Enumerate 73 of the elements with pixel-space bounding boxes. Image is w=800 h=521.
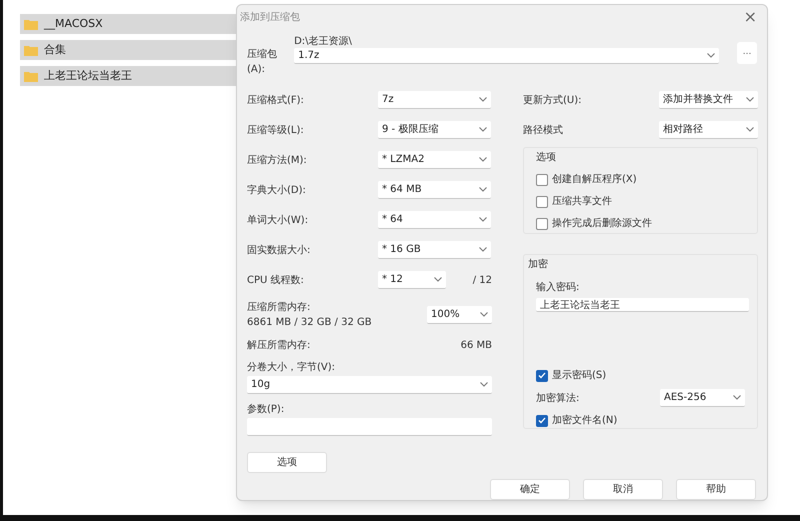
folder-row[interactable]: __MACOSX	[20, 14, 236, 34]
memory-detail: 6861 MB / 32 GB / 32 GB	[247, 316, 372, 330]
field-label: 固实数据大小:	[247, 244, 312, 258]
checkbox[interactable]	[536, 174, 548, 186]
checkbox-label: 显示密码(S)	[552, 368, 606, 383]
field-label: 加密算法:	[536, 392, 580, 406]
field-label: 压缩包(A):	[247, 48, 278, 77]
folder-icon	[24, 18, 38, 30]
checkbox[interactable]	[536, 196, 548, 208]
field-label: 单词大小(W):	[247, 214, 310, 228]
field-label: 分卷大小，字节(V):	[247, 360, 336, 375]
chevron-down-icon	[746, 97, 754, 102]
dialog-button[interactable]: 确定	[490, 479, 570, 500]
chevron-down-icon	[479, 127, 487, 132]
dropdown[interactable]: 1.7z	[294, 48, 720, 64]
folder-row[interactable]: 合集	[20, 40, 236, 60]
chevron-down-icon	[479, 187, 487, 192]
dropdown[interactable]: AES-256	[660, 389, 745, 407]
dropdown[interactable]: 添加并替换文件	[659, 91, 758, 109]
browse-button[interactable]: ...	[737, 42, 757, 64]
chevron-down-icon	[480, 382, 488, 387]
memory-value: 66 MB	[460, 338, 492, 352]
field-label: 字典大小(D):	[247, 184, 307, 198]
chevron-down-icon	[707, 53, 716, 58]
dropdown[interactable]: 相对路径	[659, 121, 758, 139]
dropdown[interactable]: * LZMA2	[378, 151, 491, 169]
dropdown[interactable]: * 16 GB	[378, 241, 491, 259]
folder-icon	[24, 44, 38, 56]
field-label: 解压所需内存:	[247, 338, 310, 352]
chevron-down-icon	[479, 217, 487, 222]
field-label: 参数(P):	[247, 402, 286, 417]
field-label: 更新方式(U):	[523, 94, 582, 108]
folder-row[interactable]: 上老王论坛当老王	[20, 66, 236, 86]
password-field[interactable]: 上老王论坛当老王	[536, 298, 749, 312]
archive-path: D:\老王资源\	[294, 34, 353, 48]
close-button[interactable]: ×	[744, 9, 757, 25]
dropdown[interactable]: * 64 MB	[378, 181, 491, 199]
field-label: 压缩格式(F):	[247, 94, 305, 108]
dialog-button[interactable]: 取消	[583, 479, 663, 500]
checkbox[interactable]	[536, 414, 548, 426]
field-label: 压缩所需内存:	[247, 300, 312, 315]
field-label: 压缩方法(M):	[247, 154, 308, 168]
dropdown[interactable]: 7z	[378, 91, 491, 109]
chevron-down-icon	[746, 127, 754, 132]
window-title: 添加到压缩包	[240, 10, 300, 24]
chevron-down-icon	[733, 395, 741, 400]
dropdown[interactable]: 100%	[427, 306, 492, 324]
field-label: 输入密码:	[536, 280, 580, 295]
group-title: 选项	[536, 150, 557, 165]
folder-icon	[24, 70, 38, 82]
field-label: CPU 线程数:	[247, 274, 305, 288]
checkbox-label: 创建自解压程序(X)	[552, 172, 637, 187]
checkbox-label: 压缩共享文件	[552, 194, 612, 209]
chevron-down-icon	[479, 157, 487, 162]
chevron-down-icon	[480, 312, 488, 317]
chevron-down-icon	[479, 97, 487, 102]
checkbox-label: 操作完成后删除源文件	[552, 216, 652, 231]
thread-count: / 12	[472, 274, 492, 288]
dialog-button[interactable]: 帮助	[676, 479, 756, 500]
chevron-down-icon	[479, 247, 487, 252]
dropdown[interactable]: 9 - 极限压缩	[378, 121, 491, 139]
options-button[interactable]: 选项	[247, 452, 327, 473]
dropdown[interactable]: * 64	[378, 211, 491, 229]
dropdown[interactable]: * 12	[378, 271, 446, 289]
checkbox-label: 加密文件名(N)	[552, 414, 618, 428]
field-label: 路径模式	[523, 124, 564, 138]
field-label: 压缩等级(L):	[247, 124, 305, 138]
chevron-down-icon	[434, 277, 442, 282]
input-field[interactable]	[247, 418, 492, 436]
checkbox[interactable]	[536, 370, 548, 382]
checkbox[interactable]	[536, 218, 548, 230]
group-title: 加密	[528, 258, 549, 272]
dropdown[interactable]: 10g	[247, 376, 492, 394]
